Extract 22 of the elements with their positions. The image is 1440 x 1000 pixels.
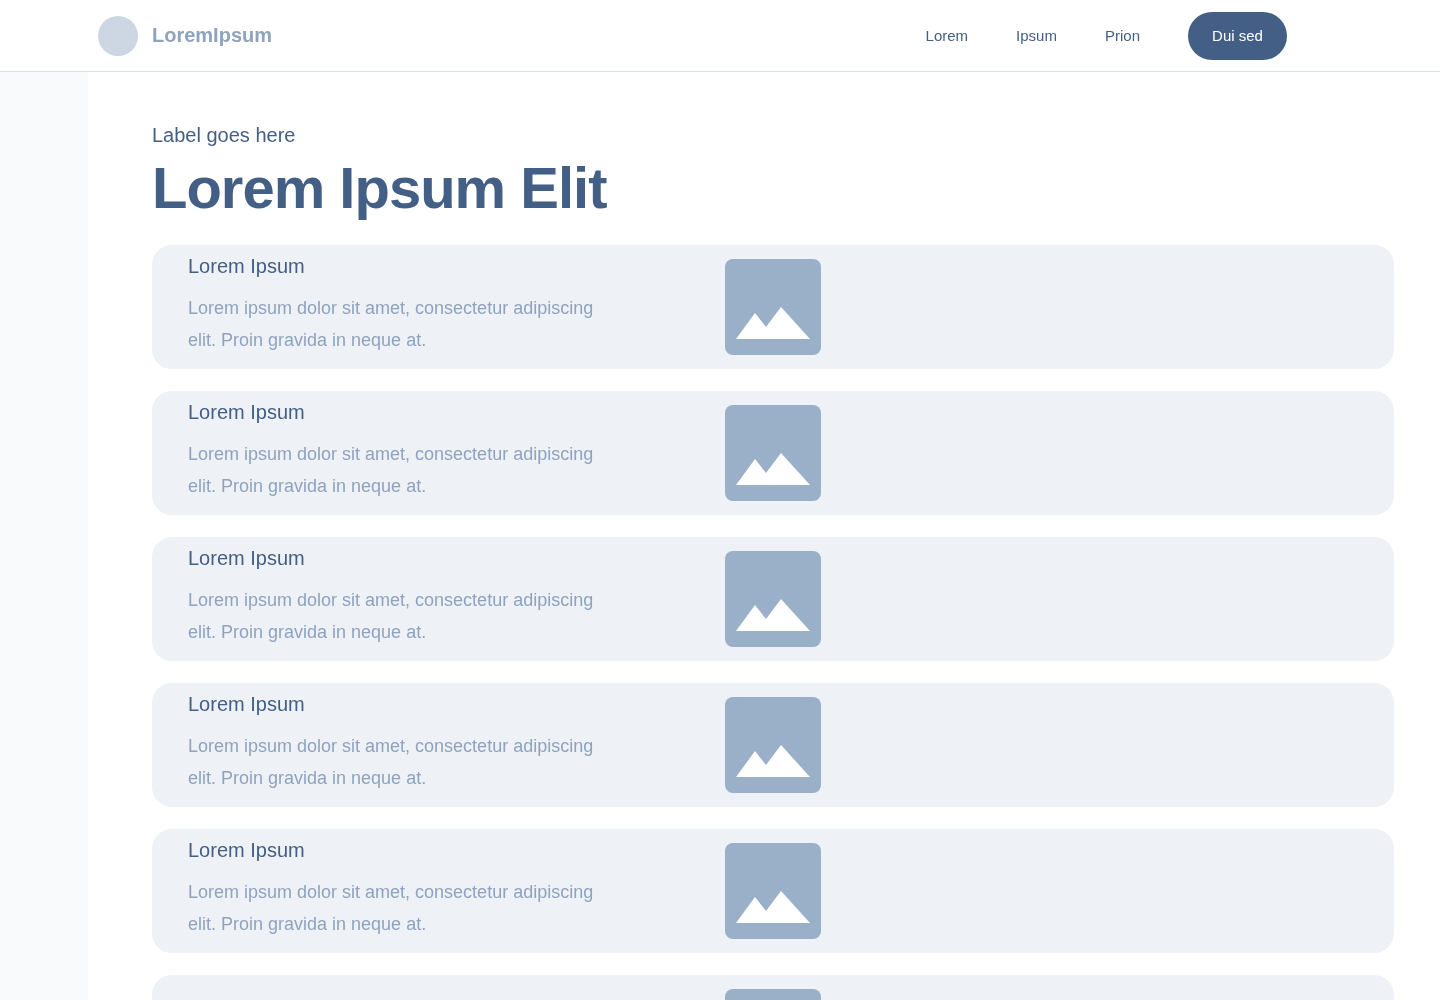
card-title: Lorem Ipsum xyxy=(188,839,306,862)
card-title: Lorem Ipsum xyxy=(188,693,306,716)
card-description: Lorem ipsum dolor sit amet, consectetur adipiscing elit. Proin gravida in neque at. xyxy=(188,881,595,936)
cta-button[interactable]: Dui sed xyxy=(1188,11,1287,60)
image-placeholder-icon xyxy=(725,551,821,647)
card-title: Lorem Ipsum xyxy=(188,401,306,424)
card-description: Lorem ipsum dolor sit amet, consectetur adipiscing elit. Proin gravida in neque at. xyxy=(188,297,595,352)
card-description: Lorem ipsum dolor sit amet, consectetur adipiscing elit. Proin gravida in neque at. xyxy=(188,735,595,790)
card-description: Lorem ipsum dolor sit amet, consectetur adipiscing elit. Proin gravida in neque at. xyxy=(188,589,595,644)
card-description: Lorem ipsum dolor sit amet, consectetur adipiscing elit. Proin gravida in neque at. xyxy=(188,443,595,498)
image-placeholder-icon xyxy=(725,697,821,793)
logo-text: LoremIpsum xyxy=(152,24,273,47)
nav-link[interactable]: Lorem xyxy=(925,27,969,44)
card-title: Lorem Ipsum xyxy=(188,255,306,278)
image-placeholder-icon xyxy=(725,843,821,939)
nav-link[interactable]: Prion xyxy=(1104,27,1140,44)
logo-icon xyxy=(98,15,138,56)
section-label: Label goes here xyxy=(152,124,297,147)
image-placeholder-icon xyxy=(725,259,821,355)
nav-link[interactable]: Ipsum xyxy=(1016,27,1057,44)
image-placeholder-icon xyxy=(725,405,821,501)
card-title: Lorem Ipsum xyxy=(188,547,306,570)
